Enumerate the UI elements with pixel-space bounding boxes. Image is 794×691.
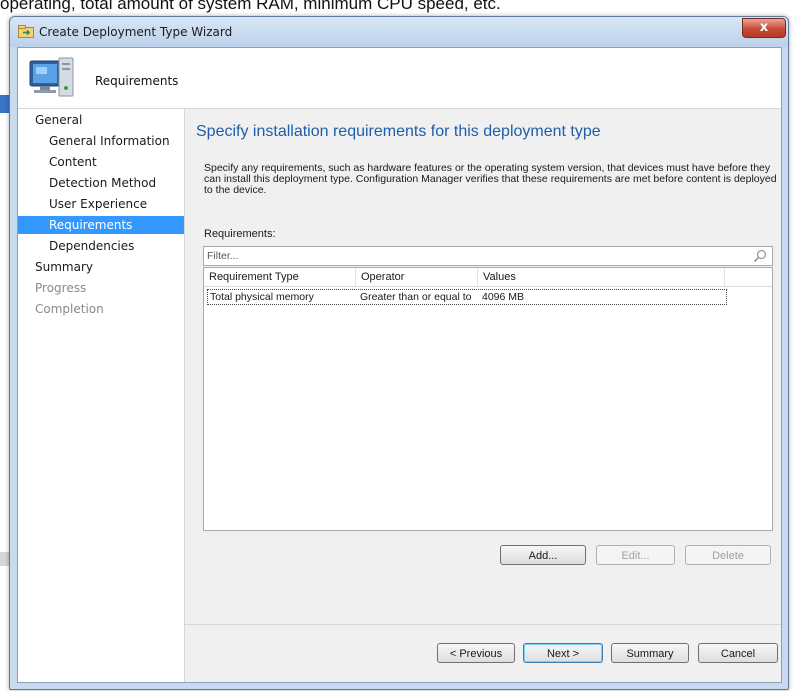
close-button[interactable]: x <box>742 18 786 38</box>
wizard-steps-sidebar: General General Information Content Dete… <box>18 109 185 682</box>
delete-button[interactable]: Delete <box>685 545 771 565</box>
filter-box <box>203 246 773 266</box>
edit-button[interactable]: Edit... <box>596 545 675 565</box>
sidebar-item-general-information[interactable]: General Information <box>18 132 184 150</box>
sidebar-item-dependencies[interactable]: Dependencies <box>18 237 184 255</box>
deployment-type-icon <box>18 25 34 38</box>
table-header: Requirement Type Operator Values <box>204 268 772 287</box>
wizard-client-area: Requirements General General Information… <box>17 47 782 683</box>
wizard-header: Requirements <box>18 48 781 109</box>
window-title: Create Deployment Type Wizard <box>39 25 233 39</box>
requirements-label: Requirements: <box>204 228 276 240</box>
title-bar[interactable]: Create Deployment Type Wizard x <box>10 17 788 47</box>
previous-button[interactable]: < Previous <box>437 643 515 663</box>
cell-requirement-type: Total physical memory <box>210 291 314 303</box>
background-caption: operating, total amount of system RAM, m… <box>0 0 501 13</box>
background-divider <box>0 552 9 566</box>
cell-operator: Greater than or equal to <box>360 291 472 303</box>
sidebar-item-content[interactable]: Content <box>18 153 184 171</box>
requirements-table[interactable]: Requirement Type Operator Values Total p… <box>203 267 773 531</box>
wizard-window: Create Deployment Type Wizard x Requirem… <box>9 16 789 690</box>
cell-values: 4096 MB <box>482 291 525 303</box>
computer-icon <box>29 57 74 97</box>
column-header-operator[interactable]: Operator <box>356 268 478 286</box>
page-title: Requirements <box>95 74 179 88</box>
wizard-content: Specify installation requirements for th… <box>185 109 781 682</box>
content-description: Specify any requirements, such as hardwa… <box>204 162 777 196</box>
footer-divider <box>185 624 781 625</box>
column-header-requirement-type[interactable]: Requirement Type <box>204 268 356 286</box>
filter-input[interactable] <box>207 248 737 263</box>
sidebar-item-detection-method[interactable]: Detection Method <box>18 174 184 192</box>
cancel-button[interactable]: Cancel <box>698 643 778 663</box>
sidebar-item-general[interactable]: General <box>18 111 184 129</box>
table-row[interactable]: Total physical memory Greater than or eq… <box>207 289 727 305</box>
sidebar-item-user-experience[interactable]: User Experience <box>18 195 184 213</box>
sidebar-item-completion: Completion <box>35 302 104 316</box>
close-icon: x <box>759 20 769 35</box>
add-button[interactable]: Add... <box>500 545 586 565</box>
column-header-values[interactable]: Values <box>478 268 725 286</box>
sidebar-item-summary[interactable]: Summary <box>18 258 184 276</box>
sidebar-item-requirements[interactable]: Requirements <box>18 216 184 234</box>
next-button[interactable]: Next > <box>523 643 603 663</box>
summary-button[interactable]: Summary <box>611 643 689 663</box>
search-icon[interactable] <box>753 249 767 263</box>
background-page-edge <box>0 14 9 691</box>
content-heading: Specify installation requirements for th… <box>196 123 601 140</box>
background-selection-bar <box>0 95 9 113</box>
sidebar-item-progress: Progress <box>35 281 87 295</box>
